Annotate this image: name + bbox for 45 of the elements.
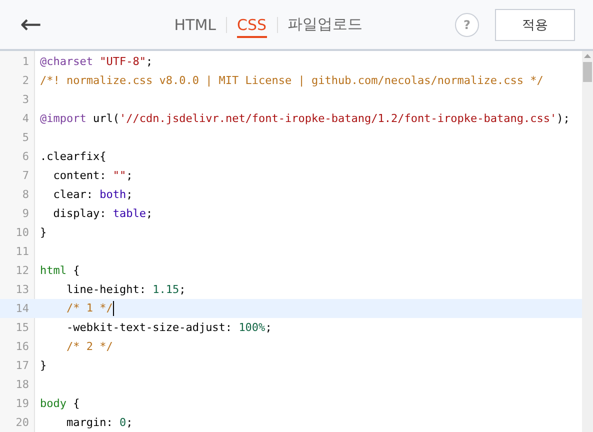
- back-button[interactable]: ←: [20, 12, 42, 38]
- line-number: 2: [21, 74, 30, 87]
- line-number: 16: [14, 340, 30, 353]
- code-line: @charset "UTF-8";: [39, 55, 153, 68]
- line-number: 20: [14, 416, 30, 429]
- line-number: 19: [14, 397, 30, 410]
- code-line: body {: [39, 397, 80, 410]
- tab[interactable]: 파일업로드: [288, 11, 363, 38]
- line-number: 3: [21, 93, 30, 106]
- scrollbar-thumb[interactable]: [583, 62, 592, 82]
- code-line: }: [39, 359, 47, 372]
- code-line: margin: 0;: [65, 416, 133, 429]
- line-number: 12: [14, 264, 30, 277]
- code-line: /*! normalize.css v8.0.0 | MIT License | github.com/necolas/normalize.css */: [39, 74, 544, 87]
- tab[interactable]: HTML: [174, 12, 216, 38]
- line-number: 17: [14, 359, 30, 372]
- code-line: html {: [39, 264, 80, 277]
- code-line: .clearfix{: [39, 150, 106, 163]
- line-number: 5: [21, 131, 30, 144]
- code-line: clear: both;: [52, 188, 133, 201]
- tab[interactable]: CSS: [237, 12, 267, 38]
- code-line: line-height: 1.15;: [65, 283, 186, 296]
- code-line: }: [39, 226, 47, 239]
- line-number: 13: [14, 283, 30, 296]
- code-line: @import url('//cdn.jsdelivr.net/font-iropke-batang/1.2/font-iropke-batang.css');: [39, 112, 570, 125]
- help-button[interactable]: ?: [455, 12, 479, 36]
- apply-button[interactable]: 적용: [495, 8, 575, 40]
- line-number: 11: [14, 245, 30, 258]
- code-line: display: table;: [52, 207, 153, 220]
- line-number: 15: [14, 321, 30, 334]
- line-number: 10: [14, 226, 30, 239]
- line-number: 8: [21, 188, 30, 201]
- code-line: /* 2 */: [65, 340, 113, 353]
- line-number: 9: [21, 207, 30, 220]
- line-number: 1: [21, 55, 30, 68]
- scroll-up-icon[interactable]: [584, 54, 591, 58]
- code-line: /* 1 */: [65, 301, 114, 316]
- line-number: 6: [21, 150, 30, 163]
- code-line: -webkit-text-size-adjust: 100%;: [65, 321, 272, 334]
- line-number: 18: [14, 378, 30, 391]
- scrollbar[interactable]: [582, 51, 593, 432]
- code-line: content: "";: [52, 169, 133, 182]
- line-number: 4: [21, 112, 30, 125]
- line-number: 14: [14, 302, 30, 315]
- line-number: 7: [21, 169, 30, 182]
